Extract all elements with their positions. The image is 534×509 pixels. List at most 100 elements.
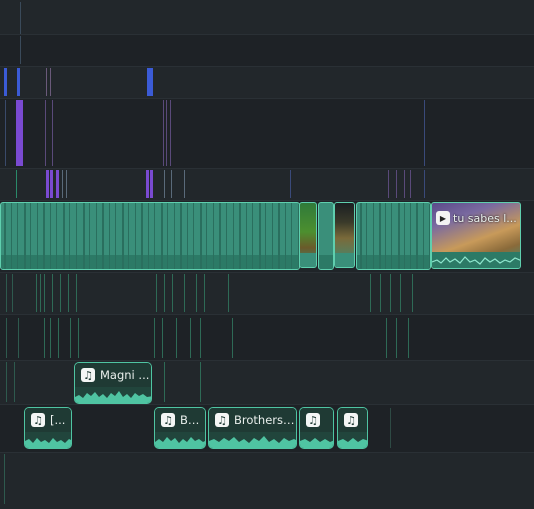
clip-boundary bbox=[50, 203, 51, 269]
marker-tick bbox=[176, 318, 177, 358]
track-lane-8 bbox=[0, 314, 534, 360]
audio-clip-1[interactable]: ♫ [... bbox=[24, 407, 72, 449]
clip-boundary bbox=[398, 203, 400, 269]
marker-tick bbox=[171, 170, 172, 198]
marker-tick bbox=[386, 318, 387, 358]
marker-tick bbox=[62, 170, 63, 198]
video-title-clip[interactable]: ▶ tu sabes l... bbox=[431, 202, 521, 269]
clip-boundary bbox=[379, 203, 381, 269]
clip-boundary bbox=[193, 203, 194, 269]
clip-boundary bbox=[429, 203, 430, 269]
clip-boundary bbox=[206, 203, 207, 269]
music-note-icon: ♫ bbox=[215, 413, 229, 427]
marker-tick bbox=[4, 68, 7, 96]
marker-tick bbox=[6, 318, 7, 358]
clip-boundary bbox=[278, 203, 280, 269]
marker-tick bbox=[44, 318, 45, 358]
marker-tick bbox=[45, 100, 46, 166]
clip-boundary bbox=[141, 203, 143, 269]
music-note-icon: ♫ bbox=[306, 413, 320, 427]
marker-tick bbox=[20, 2, 21, 34]
track-lane-3 bbox=[0, 66, 534, 98]
video-clip-thumbnail-1[interactable] bbox=[299, 202, 317, 268]
video-clip-thumbnail-2[interactable] bbox=[334, 202, 355, 268]
clip-boundary bbox=[187, 203, 188, 269]
clip-boundary bbox=[161, 203, 163, 269]
audio-waveform bbox=[209, 436, 296, 448]
marker-tick bbox=[424, 170, 425, 198]
marker-tick bbox=[50, 170, 53, 198]
audio-clip-5[interactable]: ♫ bbox=[337, 407, 368, 449]
marker-tick bbox=[66, 170, 67, 198]
marker-tick bbox=[14, 362, 15, 402]
marker-tick bbox=[58, 318, 59, 358]
clip-boundary bbox=[89, 203, 90, 269]
clip-boundary bbox=[360, 203, 362, 269]
clip-boundary bbox=[167, 203, 168, 269]
marker-tick bbox=[400, 274, 401, 312]
clip-boundary bbox=[404, 203, 405, 269]
marker-tick bbox=[60, 274, 61, 312]
marker-tick bbox=[150, 68, 153, 96]
audio-waveform bbox=[25, 438, 71, 448]
video-clip-segment-3[interactable] bbox=[356, 202, 431, 270]
marker-tick bbox=[50, 318, 51, 358]
marker-tick bbox=[52, 274, 53, 312]
marker-tick bbox=[5, 100, 6, 166]
music-note-icon: ♫ bbox=[161, 413, 175, 427]
clip-boundary bbox=[233, 203, 234, 269]
marker-tick bbox=[380, 274, 381, 312]
marker-tick bbox=[46, 68, 47, 96]
video-clip-segment-2[interactable] bbox=[318, 202, 334, 270]
marker-tick bbox=[200, 318, 201, 358]
marker-tick bbox=[204, 274, 205, 312]
marker-tick bbox=[36, 274, 37, 312]
clip-boundary bbox=[128, 203, 129, 269]
audio-clip-label: Bu... bbox=[180, 413, 205, 427]
clip-boundary bbox=[11, 203, 12, 269]
audio-clip-label: Magni ... bbox=[100, 368, 150, 382]
music-note-icon: ♫ bbox=[81, 368, 95, 382]
audio-clip-brothers[interactable]: ♫ Brothers ... bbox=[208, 407, 297, 449]
video-title-clip-label: tu sabes l... bbox=[453, 211, 517, 225]
clip-boundary bbox=[423, 203, 424, 269]
clip-boundary bbox=[63, 203, 65, 269]
clip-boundary bbox=[135, 203, 136, 269]
audio-waveform bbox=[300, 438, 333, 448]
clip-boundary bbox=[410, 203, 411, 269]
marker-tick bbox=[44, 274, 45, 312]
track-lane-11 bbox=[0, 452, 534, 509]
marker-tick bbox=[196, 274, 197, 312]
marker-tick bbox=[164, 274, 165, 312]
track-lane-5 bbox=[0, 168, 534, 200]
marker-tick bbox=[200, 362, 201, 402]
marker-tick bbox=[163, 100, 164, 166]
marker-tick bbox=[76, 274, 77, 312]
clip-boundary bbox=[252, 203, 253, 269]
audio-clip-4[interactable]: ♫ bbox=[299, 407, 334, 449]
clip-boundary bbox=[385, 203, 386, 269]
audio-clip-magni[interactable]: ♫ Magni ... bbox=[74, 362, 152, 404]
track-lane-2 bbox=[0, 34, 534, 66]
marker-tick bbox=[190, 318, 191, 358]
clip-boundary bbox=[291, 203, 292, 269]
clip-boundary bbox=[226, 203, 227, 269]
video-clip-segment-1[interactable] bbox=[0, 202, 300, 270]
marker-tick bbox=[20, 100, 23, 166]
marker-tick bbox=[164, 362, 165, 402]
clip-boundary bbox=[17, 203, 18, 269]
audio-clip-2[interactable]: ♫ Bu... bbox=[154, 407, 206, 449]
marker-tick bbox=[390, 274, 391, 312]
audio-clip-label: Brothers ... bbox=[234, 413, 296, 427]
marker-tick bbox=[70, 318, 71, 358]
clip-boundary bbox=[180, 203, 182, 269]
marker-tick bbox=[412, 274, 413, 312]
marker-tick bbox=[408, 318, 409, 358]
track-lane-1 bbox=[0, 0, 534, 34]
clip-boundary bbox=[43, 203, 45, 269]
clip-boundary bbox=[265, 203, 266, 269]
marker-tick bbox=[404, 170, 405, 198]
marker-tick bbox=[56, 170, 59, 198]
clip-boundary bbox=[239, 203, 241, 269]
clip-boundary bbox=[391, 203, 392, 269]
